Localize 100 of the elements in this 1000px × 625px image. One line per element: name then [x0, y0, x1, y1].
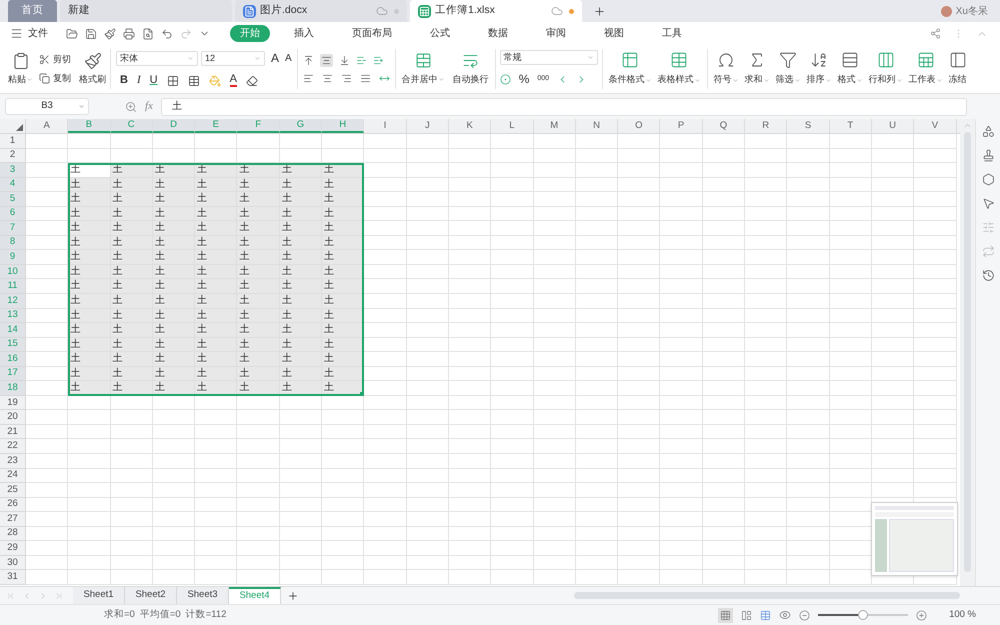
table-cell[interactable]: 土: [68, 323, 111, 338]
ribbon-button[interactable]: 符号: [714, 51, 739, 87]
ribbon-tab[interactable]: 页面布局: [342, 25, 402, 42]
file-menu[interactable]: 文件: [28, 26, 48, 41]
table-cell[interactable]: 土: [237, 308, 280, 324]
column-header[interactable]: S: [787, 119, 830, 133]
table-cell[interactable]: 土: [152, 206, 196, 222]
table-cell[interactable]: 土: [280, 221, 322, 236]
ribbon-tab[interactable]: 插入: [284, 25, 324, 42]
copy-button[interactable]: 复制: [39, 72, 71, 85]
table-cell[interactable]: 土: [110, 192, 153, 207]
column-header[interactable]: P: [660, 119, 703, 133]
table-cell[interactable]: 土: [195, 264, 238, 280]
table-cell[interactable]: 土: [195, 352, 238, 367]
name-box[interactable]: B3: [5, 98, 89, 115]
table-cell[interactable]: 土: [237, 352, 280, 367]
table-cell[interactable]: 土: [280, 308, 322, 324]
table-cell[interactable]: 土: [68, 192, 111, 207]
table-cell[interactable]: 土: [110, 250, 153, 265]
row-header[interactable]: 19: [0, 396, 26, 410]
table-cell[interactable]: 土: [152, 323, 196, 338]
grow-font-button[interactable]: A: [271, 49, 280, 68]
row-header[interactable]: 21: [0, 424, 26, 440]
table-cell[interactable]: 土: [152, 236, 196, 250]
italic-button[interactable]: I: [136, 72, 141, 89]
table-cell[interactable]: 土: [322, 352, 364, 367]
table-cell[interactable]: 土: [280, 323, 322, 338]
table-cell[interactable]: 土: [280, 366, 322, 382]
table-cell[interactable]: 土: [110, 264, 153, 280]
row-header[interactable]: 26: [0, 498, 26, 512]
table-cell[interactable]: 土: [280, 206, 322, 222]
table-cell[interactable]: 土: [322, 250, 364, 265]
column-header[interactable]: V: [914, 119, 957, 133]
row-header[interactable]: 25: [0, 483, 26, 498]
table-cell[interactable]: 土: [280, 279, 322, 294]
table-cell[interactable]: 土: [195, 236, 238, 250]
ribbon-button[interactable]: 行和列: [868, 51, 903, 87]
font-size-select[interactable]: 12: [201, 50, 265, 66]
table-cell[interactable]: 土: [110, 308, 153, 324]
row-header[interactable]: 24: [0, 468, 26, 484]
percent-button[interactable]: %: [518, 70, 530, 88]
font-color-button[interactable]: A: [230, 74, 237, 87]
table-cell[interactable]: 土: [110, 323, 153, 338]
table-cell[interactable]: 土: [110, 338, 153, 352]
document-tab[interactable]: 新建: [60, 0, 232, 22]
table-cell[interactable]: 土: [195, 323, 238, 338]
row-header[interactable]: 1: [0, 134, 26, 149]
table-cell[interactable]: 土: [280, 264, 322, 280]
table-cell[interactable]: 土: [68, 250, 111, 265]
table-cell[interactable]: 土: [68, 221, 111, 236]
ribbon-button[interactable]: 格式: [838, 51, 863, 87]
row-header[interactable]: 30: [0, 556, 26, 570]
ribbon-button[interactable]: 表格样式: [658, 51, 701, 87]
sheet-tab[interactable]: Sheet2: [125, 587, 177, 604]
table-cell[interactable]: 土: [237, 279, 280, 294]
table-cell[interactable]: 土: [110, 206, 153, 222]
ribbon-tab[interactable]: 审阅: [536, 25, 576, 42]
table-cell[interactable]: 土: [322, 192, 364, 207]
table-cell[interactable]: 土: [195, 192, 238, 207]
table-cell[interactable]: 土: [152, 250, 196, 265]
column-header[interactable]: N: [576, 119, 618, 133]
table-cell[interactable]: 土: [237, 236, 280, 250]
table-cell[interactable]: 土: [237, 206, 280, 222]
column-header[interactable]: M: [534, 119, 576, 133]
table-cell[interactable]: 土: [195, 206, 238, 222]
ribbon-tab[interactable]: 数据: [478, 25, 518, 42]
ribbon-button[interactable]: 求和: [744, 51, 770, 87]
table-cell[interactable]: 土: [237, 250, 280, 265]
ribbon-tab[interactable]: 视图: [594, 25, 634, 42]
document-tab[interactable]: 图片.docx: [235, 0, 407, 22]
row-header[interactable]: 20: [0, 410, 26, 425]
row-header[interactable]: 27: [0, 512, 26, 527]
table-cell[interactable]: 土: [195, 308, 238, 324]
sheet-tab[interactable]: Sheet3: [177, 587, 229, 604]
table-cell[interactable]: 土: [322, 221, 364, 236]
table-cell[interactable]: 土: [195, 250, 238, 265]
table-cell[interactable]: 土: [68, 294, 111, 309]
column-header[interactable]: Q: [702, 119, 746, 133]
table-cell[interactable]: 土: [110, 352, 153, 367]
table-cell[interactable]: 土: [195, 178, 238, 192]
bold-button[interactable]: B: [120, 72, 128, 89]
table-cell[interactable]: 土: [110, 178, 153, 192]
column-header[interactable]: I: [364, 119, 407, 133]
row-header[interactable]: 31: [0, 570, 26, 585]
document-tab[interactable]: 工作簿1.xlsx: [410, 0, 582, 22]
underline-button[interactable]: U: [150, 72, 158, 89]
ribbon-button[interactable]: 筛选: [776, 51, 801, 87]
table-cell[interactable]: 土: [195, 366, 238, 382]
table-cell[interactable]: 土: [195, 294, 238, 309]
table-cell[interactable]: 土: [237, 338, 280, 352]
table-cell[interactable]: 土: [68, 352, 111, 367]
row-header[interactable]: 22: [0, 439, 26, 454]
table-cell[interactable]: 土: [152, 221, 196, 236]
table-cell[interactable]: 土: [68, 279, 111, 294]
column-header[interactable]: U: [872, 119, 914, 133]
table-cell[interactable]: 土: [280, 352, 322, 367]
table-cell[interactable]: 土: [280, 250, 322, 265]
table-cell[interactable]: 土: [322, 323, 364, 338]
column-header[interactable]: J: [406, 119, 449, 133]
table-cell[interactable]: 土: [280, 338, 322, 352]
